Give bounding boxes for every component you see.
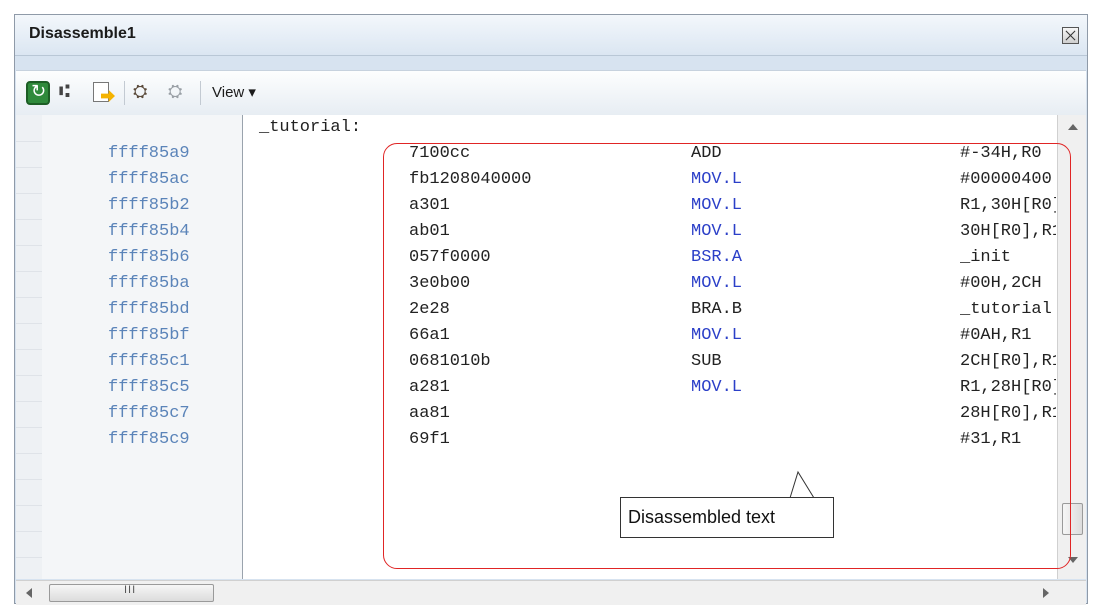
label-line: _tutorial: xyxy=(259,118,362,137)
gutter-line xyxy=(16,453,42,454)
code-bytes-cell: aa81 xyxy=(409,404,450,423)
mnemonic-cell: MOV.L xyxy=(691,170,743,189)
instruction-row[interactable]: ffff85ac fb1208040000 MOV.L #00000400 xyxy=(16,167,1056,193)
vertical-scroll-thumb[interactable] xyxy=(1062,503,1083,535)
address-cell: ffff85bd xyxy=(108,300,190,319)
callout-text: Disassembled text xyxy=(628,507,776,527)
code-bytes-cell: 057f0000 xyxy=(409,248,491,267)
toolbar-separator xyxy=(124,81,125,105)
instruction-row[interactable]: ffff85c9 69f1 #31,R1 xyxy=(16,427,1056,453)
code-bytes-cell: 66a1 xyxy=(409,326,450,345)
mnemonic-cell: MOV.L xyxy=(691,196,743,215)
address-cell: ffff85c1 xyxy=(108,352,190,371)
instruction-row[interactable]: ffff85bd 2e28 BRA.B _tutorial xyxy=(16,297,1056,323)
gutter-line xyxy=(16,557,42,558)
instruction-row[interactable]: ffff85c7 aa81 28H[R0],R1 xyxy=(16,401,1056,427)
operand-cell: #31,R1 xyxy=(960,430,1022,449)
address-cell: ffff85a9 xyxy=(108,144,190,163)
instruction-row[interactable]: ffff85a9 7100cc ADD #-34H,R0 xyxy=(16,141,1056,167)
close-icon[interactable] xyxy=(1062,27,1079,44)
toolbar: ⑆ ⛭ ⛭ View ▾ xyxy=(16,70,1086,116)
instruction-row[interactable]: ffff85ba 3e0b00 MOV.L #00H,2CH xyxy=(16,271,1056,297)
mnemonic-cell: MOV.L xyxy=(691,222,743,241)
code-bytes-cell: 7100cc xyxy=(409,144,471,163)
mnemonic-cell: MOV.L xyxy=(691,326,743,345)
operand-cell: #0AH,R1 xyxy=(960,326,1032,345)
code-bytes-cell: 2e28 xyxy=(409,300,450,319)
instruction-row[interactable]: ffff85c5 a281 MOV.L R1,28H[R0] xyxy=(16,375,1056,401)
address-cell: ffff85c5 xyxy=(108,378,190,397)
mnemonic-cell: BSR.A xyxy=(691,248,743,267)
operand-cell: _tutorial xyxy=(960,300,1052,319)
instruction-row[interactable]: ffff85c1 0681010b SUB 2CH[R0],R1 xyxy=(16,349,1056,375)
refresh-icon[interactable] xyxy=(26,81,50,105)
gutter-line xyxy=(16,479,42,480)
mnemonic-cell: MOV.L xyxy=(691,378,743,397)
instruction-row[interactable]: ffff85b4 ab01 MOV.L 30H[R0],R1 xyxy=(16,219,1056,245)
mnemonic-cell: MOV.L xyxy=(691,274,743,293)
code-bytes-cell: fb1208040000 xyxy=(409,170,532,189)
address-cell: ffff85ac xyxy=(108,170,190,189)
mnemonic-cell: BRA.B xyxy=(691,300,743,319)
address-cell: ffff85b4 xyxy=(108,222,190,241)
code-bytes-cell: a301 xyxy=(409,196,450,215)
operand-cell: 28H[R0],R1 xyxy=(960,404,1056,423)
scroll-down-icon[interactable] xyxy=(1068,557,1078,563)
gutter-line xyxy=(16,505,42,506)
view-menu-button[interactable]: View ▾ xyxy=(212,83,256,101)
horizontal-scroll-thumb[interactable]: III xyxy=(49,584,214,602)
toolbar-separator xyxy=(200,81,201,105)
code-bytes-cell: 0681010b xyxy=(409,352,491,371)
instruction-row[interactable]: ffff85b2 a301 MOV.L R1,30H[R0] xyxy=(16,193,1056,219)
vertical-scrollbar[interactable] xyxy=(1057,115,1086,579)
operand-cell: #-34H,R0 xyxy=(960,144,1042,163)
instruction-row[interactable]: ffff85b6 057f0000 BSR.A _init xyxy=(16,245,1056,271)
operand-cell: _init xyxy=(960,248,1012,267)
panel-title-bar: Disassemble1 xyxy=(15,15,1087,56)
go-to-location-icon[interactable] xyxy=(91,81,115,105)
instruction-row[interactable]: ffff85bf 66a1 MOV.L #0AH,R1 xyxy=(16,323,1056,349)
disassemble-panel: Disassemble1 ⑆ ⛭ ⛭ View ▾ _tutorial: fff… xyxy=(14,14,1088,605)
grip-icon: III xyxy=(124,584,137,596)
address-cell: ffff85bf xyxy=(108,326,190,345)
mnemonic-cell: ADD xyxy=(691,144,722,163)
operand-cell: 2CH[R0],R1 xyxy=(960,352,1056,371)
code-bytes-cell: ab01 xyxy=(409,222,450,241)
code-bytes-cell: 69f1 xyxy=(409,430,450,449)
address-cell: ffff85ba xyxy=(108,274,190,293)
operand-cell: 30H[R0],R1 xyxy=(960,222,1056,241)
scroll-up-icon[interactable] xyxy=(1068,124,1078,130)
operand-cell: R1,28H[R0] xyxy=(960,378,1056,397)
address-cell: ffff85b6 xyxy=(108,248,190,267)
mixed-display-icon[interactable]: ⑆ xyxy=(59,81,83,105)
operand-cell: R1,30H[R0] xyxy=(960,196,1056,215)
disassembly-list[interactable]: _tutorial: ffff85a9 7100cc ADD #-34H,R0 ffff… xyxy=(16,115,1086,579)
code-bytes-cell: a281 xyxy=(409,378,450,397)
operand-cell: #00H,2CH xyxy=(960,274,1042,293)
panel-title: Disassemble1 xyxy=(29,25,136,42)
scroll-right-icon[interactable] xyxy=(1043,588,1049,598)
address-cell: ffff85c9 xyxy=(108,430,190,449)
scroll-left-icon[interactable] xyxy=(26,588,32,598)
step-in-icon[interactable]: ⛭ xyxy=(133,81,157,105)
gutter-line xyxy=(16,531,42,532)
address-cell: ffff85c7 xyxy=(108,404,190,423)
horizontal-scrollbar[interactable]: III xyxy=(16,580,1086,605)
mnemonic-cell: SUB xyxy=(691,352,722,371)
operand-cell: #00000400 xyxy=(960,170,1052,189)
code-bytes-cell: 3e0b00 xyxy=(409,274,471,293)
step-out-icon[interactable]: ⛭ xyxy=(168,81,192,105)
address-cell: ffff85b2 xyxy=(108,196,190,215)
